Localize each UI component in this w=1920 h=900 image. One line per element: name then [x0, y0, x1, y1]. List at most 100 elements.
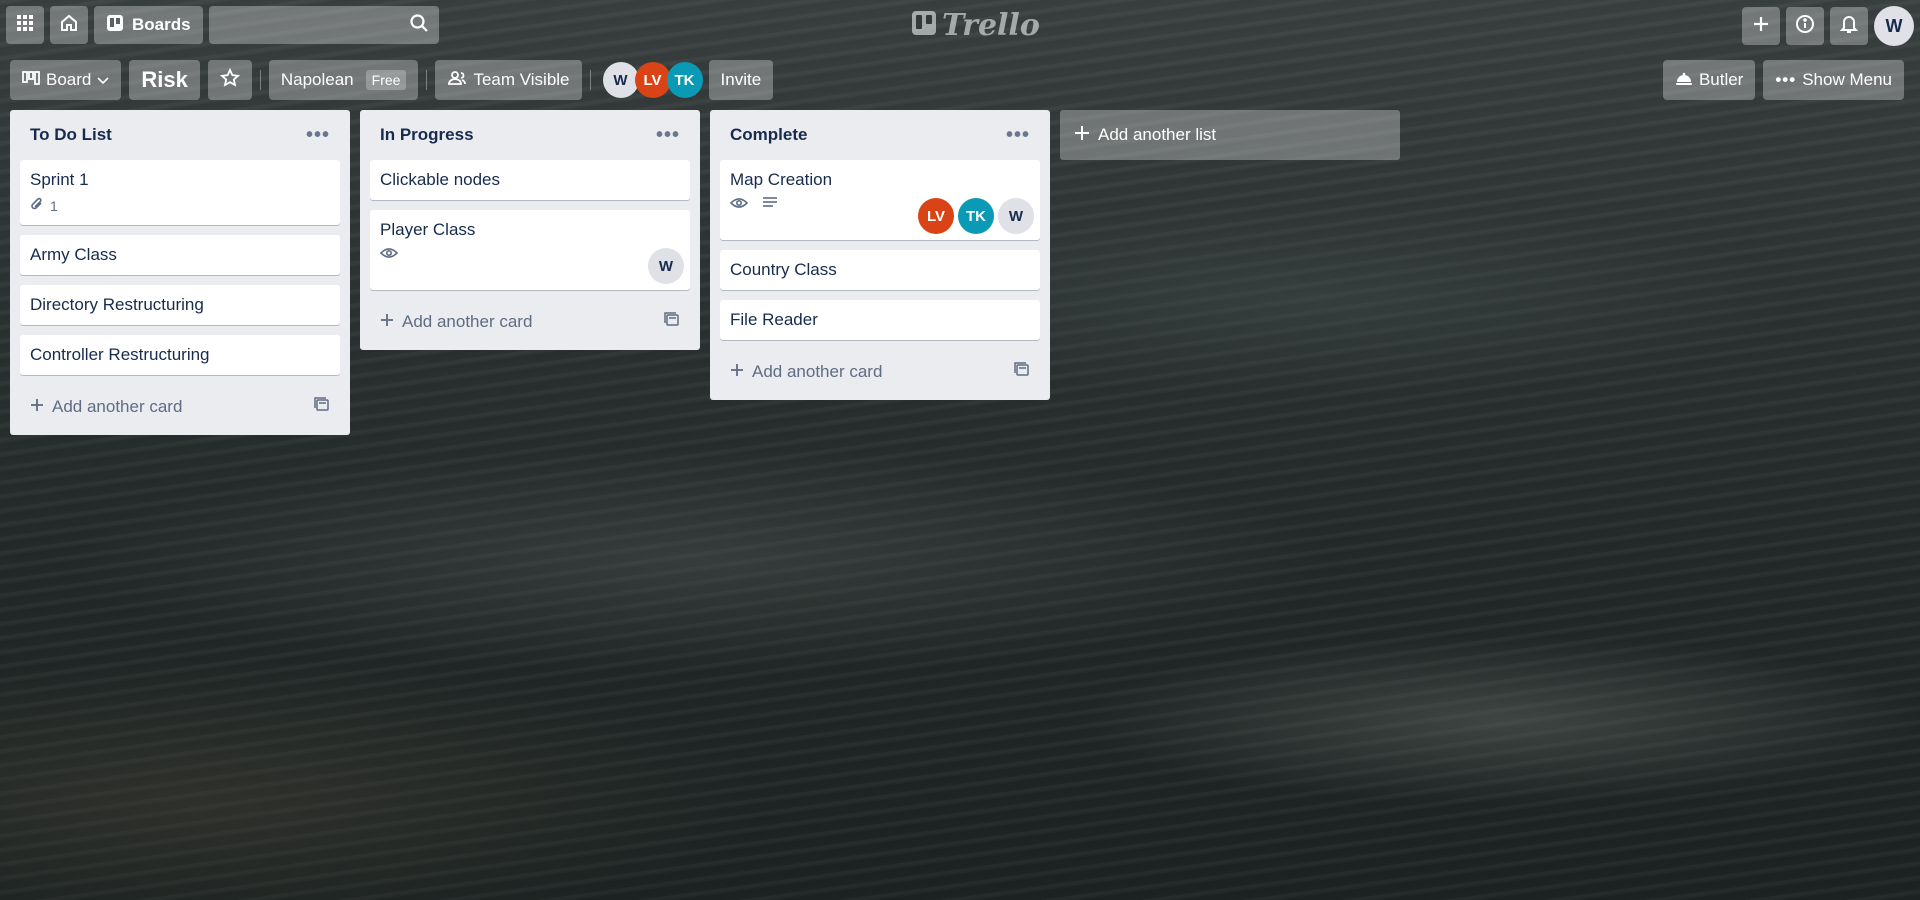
card-template-icon[interactable]	[1014, 361, 1030, 383]
plus-icon	[30, 397, 44, 417]
card[interactable]: Map Creation LV TK W	[720, 160, 1040, 240]
card-template-icon[interactable]	[314, 396, 330, 418]
card-title: Country Class	[730, 260, 837, 279]
star-icon	[219, 67, 240, 93]
trello-logo[interactable]: Trello	[912, 7, 1040, 43]
attachment-badge: 1	[30, 196, 58, 215]
card[interactable]: Player Class W	[370, 210, 690, 290]
card[interactable]: Country Class	[720, 250, 1040, 290]
plus-icon	[730, 362, 744, 382]
board-icon	[106, 14, 124, 37]
member-avatar[interactable]: TK	[958, 198, 994, 234]
card-title: Controller Restructuring	[30, 345, 210, 364]
card-badges	[379, 246, 680, 262]
card-title: File Reader	[730, 310, 818, 329]
show-menu-label: Show Menu	[1802, 70, 1892, 89]
apps-button[interactable]	[6, 6, 44, 44]
attachment-count: 1	[50, 197, 58, 214]
paperclip-icon	[30, 196, 44, 215]
card[interactable]: Clickable nodes	[370, 160, 690, 200]
card-title: Sprint 1	[30, 170, 89, 189]
divider	[426, 70, 428, 90]
trello-logo-text: Trello	[942, 7, 1040, 43]
butler-bell-icon	[1675, 70, 1693, 91]
member-avatar[interactable]: W	[648, 248, 684, 284]
plus-icon	[1752, 15, 1770, 38]
team-visibility-icon	[447, 70, 467, 91]
show-menu-button[interactable]: ••• Show Menu	[1763, 60, 1904, 100]
home-icon	[59, 13, 79, 38]
eye-icon	[729, 196, 749, 212]
card[interactable]: Sprint 1 1	[20, 160, 340, 225]
description-icon	[762, 196, 778, 212]
board-view-label: Board	[46, 70, 92, 89]
board-bar-right: Butler ••• Show Menu	[1662, 58, 1912, 102]
member-avatar[interactable]: TK	[666, 62, 703, 98]
board-lists: To Do List ••• Sprint 1 1 Army Class Dir…	[10, 110, 1400, 435]
team-name: Napolean	[280, 70, 354, 89]
add-card-label: Add another card	[52, 397, 183, 416]
plus-icon	[380, 312, 394, 332]
more-horizontal-icon: •••	[1775, 70, 1797, 89]
search-input[interactable]	[181, 6, 409, 44]
card-template-icon[interactable]	[664, 311, 680, 333]
add-card-button[interactable]: Add another card	[20, 385, 340, 429]
card-title: Map Creation	[730, 170, 833, 189]
butler-button[interactable]: Butler	[1662, 60, 1756, 100]
notifications-button[interactable]	[1830, 7, 1868, 45]
list-in-progress: In Progress ••• Clickable nodes Player C…	[360, 110, 700, 350]
info-icon	[1795, 14, 1815, 39]
header-actions: W	[1742, 6, 1914, 46]
card[interactable]: Directory Restructuring	[20, 285, 340, 325]
invite-button[interactable]: Invite	[708, 60, 774, 100]
board-bar: Board Risk Napolean Free Team Visible W …	[0, 58, 1920, 102]
board-view-icon	[22, 70, 40, 90]
member-avatar[interactable]: LV	[918, 198, 954, 234]
bell-icon	[1839, 14, 1859, 39]
card[interactable]: File Reader	[720, 300, 1040, 340]
trello-logo-icon	[912, 8, 936, 43]
card-members: LV TK W	[918, 198, 1034, 234]
list-menu-icon[interactable]: •••	[656, 125, 680, 145]
list-title[interactable]: To Do List	[30, 125, 112, 145]
add-list-button[interactable]: Add another list	[1060, 110, 1400, 160]
plus-icon	[1074, 125, 1090, 146]
list-header[interactable]: To Do List •••	[20, 110, 340, 160]
add-card-button[interactable]: Add another card	[370, 300, 690, 344]
info-button[interactable]	[1786, 7, 1824, 45]
member-avatar[interactable]: LV	[634, 62, 671, 98]
chevron-down-icon	[97, 70, 109, 90]
add-card-button[interactable]: Add another card	[720, 350, 1040, 394]
member-avatar[interactable]: W	[602, 62, 639, 98]
divider	[259, 70, 261, 90]
card[interactable]: Controller Restructuring	[20, 335, 340, 375]
board-title[interactable]: Risk	[129, 60, 200, 100]
divider	[589, 70, 591, 90]
search-box[interactable]	[181, 6, 439, 44]
user-avatar[interactable]: W	[1874, 6, 1914, 46]
star-button[interactable]	[207, 60, 252, 100]
board-view-switcher[interactable]: Board	[10, 60, 122, 100]
card-title: Directory Restructuring	[30, 295, 204, 314]
team-button[interactable]: Napolean Free	[268, 60, 419, 100]
list-title[interactable]: Complete	[730, 125, 807, 145]
card-title: Player Class	[380, 220, 476, 239]
list-to-do: To Do List ••• Sprint 1 1 Army Class Dir…	[10, 110, 350, 435]
list-menu-icon[interactable]: •••	[306, 125, 330, 145]
search-icon	[409, 13, 429, 38]
list-complete: Complete ••• Map Creation LV TK W Countr…	[710, 110, 1050, 400]
home-button[interactable]	[50, 6, 88, 44]
card-title: Army Class	[30, 245, 117, 264]
visibility-button[interactable]: Team Visible	[435, 60, 582, 100]
card-badges: 1	[30, 196, 330, 215]
list-header[interactable]: In Progress •••	[370, 110, 690, 160]
member-avatar[interactable]: W	[998, 198, 1034, 234]
card[interactable]: Army Class	[20, 235, 340, 275]
list-menu-icon[interactable]: •••	[1006, 125, 1030, 145]
team-plan-badge: Free	[365, 70, 407, 90]
add-list-label: Add another list	[1098, 125, 1217, 144]
create-button[interactable]	[1742, 7, 1780, 45]
add-card-label: Add another card	[402, 312, 533, 331]
list-header[interactable]: Complete •••	[720, 110, 1040, 160]
list-title[interactable]: In Progress	[380, 125, 474, 145]
